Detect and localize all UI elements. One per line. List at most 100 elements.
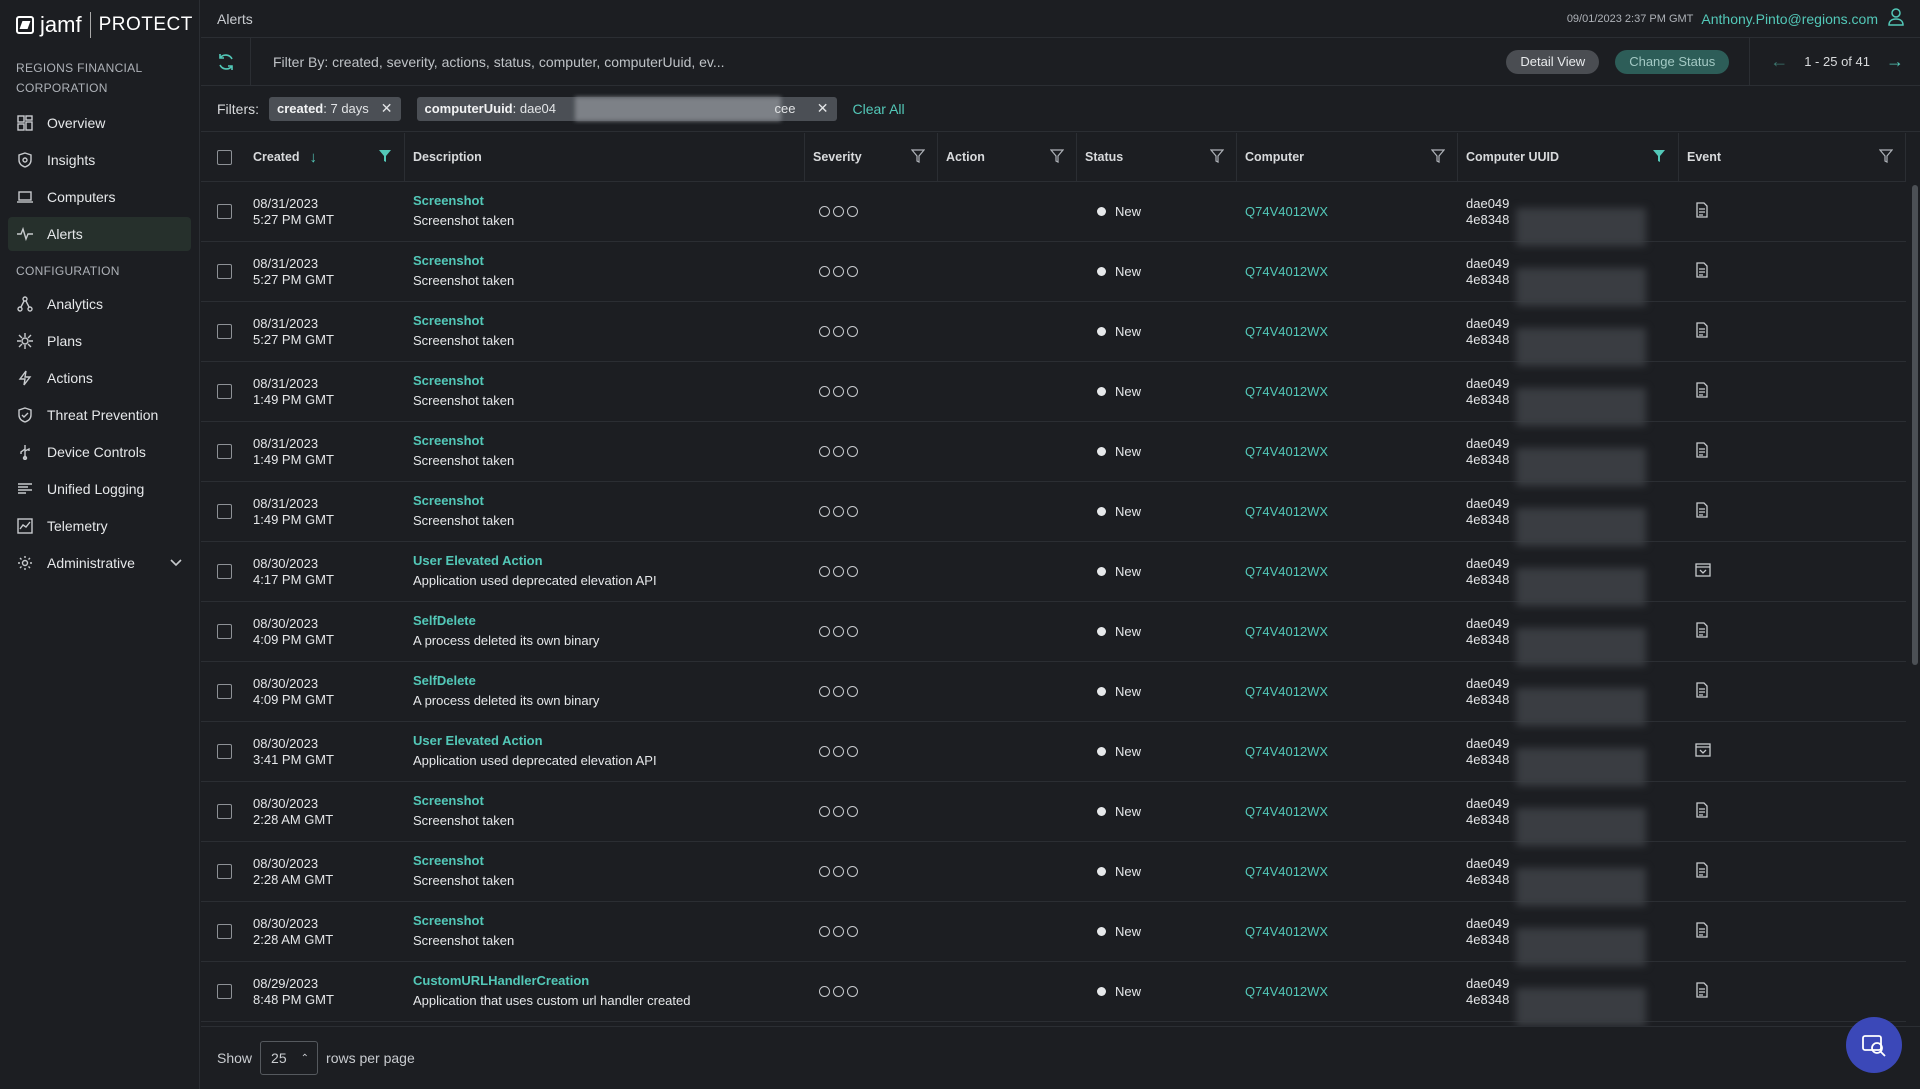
document-icon[interactable] [1687, 982, 1709, 1001]
computer-link[interactable]: Q74V4012WX [1245, 864, 1328, 879]
table-row[interactable]: 08/30/2023 2:28 AM GMT Screenshot Screensho… [201, 781, 1906, 846]
filter-chip-created[interactable]: created : 7 days ✕ [269, 96, 401, 121]
computer-link[interactable]: Q74V4012WX [1245, 204, 1328, 219]
computer-link[interactable]: Q74V4012WX [1245, 804, 1328, 819]
table-row[interactable]: 08/30/2023 4:09 PM GMT SelfDelete A process… [201, 601, 1906, 666]
table-scrollbar[interactable] [1912, 185, 1918, 665]
change-status-button[interactable]: Change Status [1615, 49, 1730, 74]
table-row[interactable]: 08/31/2023 1:49 PM GMT Screenshot Screensho… [201, 421, 1906, 486]
alert-title-link[interactable]: User Elevated Action [413, 732, 805, 750]
document-icon[interactable] [1687, 922, 1709, 941]
table-row[interactable]: 08/30/2023 2:28 AM GMT Screenshot Screensho… [201, 841, 1906, 906]
chevron-down-icon[interactable] [169, 555, 183, 572]
computer-link[interactable]: Q74V4012WX [1245, 504, 1328, 519]
document-icon[interactable] [1687, 802, 1709, 821]
filter-chip-computer-uuid[interactable]: computerUuid : dae04 cee ✕ [416, 96, 837, 121]
sidebar-item-telemetry[interactable]: Telemetry [8, 509, 191, 543]
sidebar-item-analytics[interactable]: Analytics [8, 287, 191, 321]
computer-link[interactable]: Q74V4012WX [1245, 624, 1328, 639]
sidebar-item-alerts[interactable]: Alerts [8, 217, 191, 251]
computer-link[interactable]: Q74V4012WX [1245, 744, 1328, 759]
app-window-icon[interactable] [1687, 563, 1711, 580]
filter-icon-computer-uuid[interactable] [1652, 149, 1666, 166]
document-icon[interactable] [1687, 502, 1709, 521]
refresh-button[interactable] [201, 37, 251, 86]
computer-link[interactable]: Q74V4012WX [1245, 324, 1328, 339]
help-search-button[interactable] [1846, 1017, 1902, 1073]
table-row[interactable]: 08/29/2023 8:48 PM GMT CustomURLHandlerCre… [201, 961, 1906, 1026]
user-email-link[interactable]: Anthony.Pinto@regions.com [1701, 11, 1878, 27]
prev-page-icon[interactable]: ← [1770, 51, 1788, 72]
alert-title-link[interactable]: Screenshot [413, 852, 805, 870]
row-checkbox[interactable] [217, 264, 232, 279]
filter-input[interactable] [251, 37, 751, 86]
rows-per-page-select[interactable]: 25 ⌃ [260, 1041, 319, 1075]
sidebar-item-actions[interactable]: Actions [8, 361, 191, 395]
row-checkbox[interactable] [217, 864, 232, 879]
table-row[interactable]: 08/31/2023 5:27 PM GMT Screenshot Screensho… [201, 181, 1906, 246]
alert-title-link[interactable]: Screenshot [413, 252, 805, 270]
table-row[interactable]: 08/31/2023 1:49 PM GMT Screenshot Screensho… [201, 361, 1906, 426]
document-icon[interactable] [1687, 382, 1709, 401]
document-icon[interactable] [1687, 682, 1709, 701]
table-row[interactable]: 08/31/2023 1:49 PM GMT Screenshot Screensho… [201, 481, 1906, 546]
computer-link[interactable]: Q74V4012WX [1245, 444, 1328, 459]
alert-title-link[interactable]: Screenshot [413, 192, 805, 210]
sidebar-item-overview[interactable]: Overview [8, 106, 191, 140]
row-checkbox[interactable] [217, 504, 232, 519]
sidebar-item-device-controls[interactable]: Device Controls [8, 435, 191, 469]
computer-link[interactable]: Q74V4012WX [1245, 924, 1328, 939]
alert-title-link[interactable]: Screenshot [413, 432, 805, 450]
row-checkbox[interactable] [217, 564, 232, 579]
remove-filter-icon[interactable]: ✕ [817, 100, 829, 117]
row-checkbox[interactable] [217, 984, 232, 999]
filter-icon-status[interactable] [1209, 148, 1225, 166]
computer-link[interactable]: Q74V4012WX [1245, 264, 1328, 279]
row-checkbox[interactable] [217, 444, 232, 459]
sidebar-item-insights[interactable]: Insights [8, 143, 191, 177]
user-icon[interactable] [1888, 8, 1904, 29]
alert-title-link[interactable]: SelfDelete [413, 612, 805, 630]
alert-title-link[interactable]: Screenshot [413, 312, 805, 330]
next-page-icon[interactable]: → [1886, 51, 1904, 72]
sidebar-item-threat-prevention[interactable]: Threat Prevention [8, 398, 191, 432]
table-row[interactable]: 08/30/2023 4:09 PM GMT SelfDelete A process… [201, 661, 1906, 726]
row-checkbox[interactable] [217, 384, 232, 399]
alert-title-link[interactable]: Screenshot [413, 792, 805, 810]
sort-desc-icon[interactable]: ↓ [310, 149, 318, 166]
header-action[interactable]: Action [938, 133, 1077, 182]
logo[interactable]: jamf PROTECT [0, 0, 199, 50]
alert-title-link[interactable]: Screenshot [413, 492, 805, 510]
alert-title-link[interactable]: User Elevated Action [413, 552, 805, 570]
sidebar-item-plans[interactable]: Plans [8, 324, 191, 358]
table-row[interactable]: 08/31/2023 5:27 PM GMT Screenshot Screensho… [201, 241, 1906, 306]
app-window-icon[interactable] [1687, 743, 1711, 760]
sidebar-item-administrative[interactable]: Administrative [8, 546, 191, 580]
filter-icon-event[interactable] [1878, 148, 1894, 166]
remove-filter-icon[interactable]: ✕ [381, 100, 393, 117]
alert-title-link[interactable]: SelfDelete [413, 672, 805, 690]
document-icon[interactable] [1687, 262, 1709, 281]
computer-link[interactable]: Q74V4012WX [1245, 984, 1328, 999]
computer-link[interactable]: Q74V4012WX [1245, 384, 1328, 399]
filter-icon-created[interactable] [378, 149, 392, 166]
sidebar-item-computers[interactable]: Computers [8, 180, 191, 214]
sidebar-item-unified-logging[interactable]: Unified Logging [8, 472, 191, 506]
clear-all-link[interactable]: Clear All [853, 101, 905, 117]
alert-title-link[interactable]: Screenshot [413, 912, 805, 930]
alert-title-link[interactable]: Screenshot [413, 372, 805, 390]
table-row[interactable]: 08/30/2023 2:28 AM GMT Screenshot Screensho… [201, 901, 1906, 966]
document-icon[interactable] [1687, 202, 1709, 221]
document-icon[interactable] [1687, 862, 1709, 881]
row-checkbox[interactable] [217, 684, 232, 699]
computer-link[interactable]: Q74V4012WX [1245, 684, 1328, 699]
filter-icon-computer[interactable] [1430, 148, 1446, 166]
computer-link[interactable]: Q74V4012WX [1245, 564, 1328, 579]
row-checkbox[interactable] [217, 324, 232, 339]
select-all-checkbox[interactable] [217, 149, 232, 165]
document-icon[interactable] [1687, 622, 1709, 641]
table-row[interactable]: 08/30/2023 3:41 PM GMT User Elevated Actio… [201, 721, 1906, 786]
row-checkbox[interactable] [217, 744, 232, 759]
document-icon[interactable] [1687, 442, 1709, 461]
filter-icon-action[interactable] [1049, 148, 1065, 166]
